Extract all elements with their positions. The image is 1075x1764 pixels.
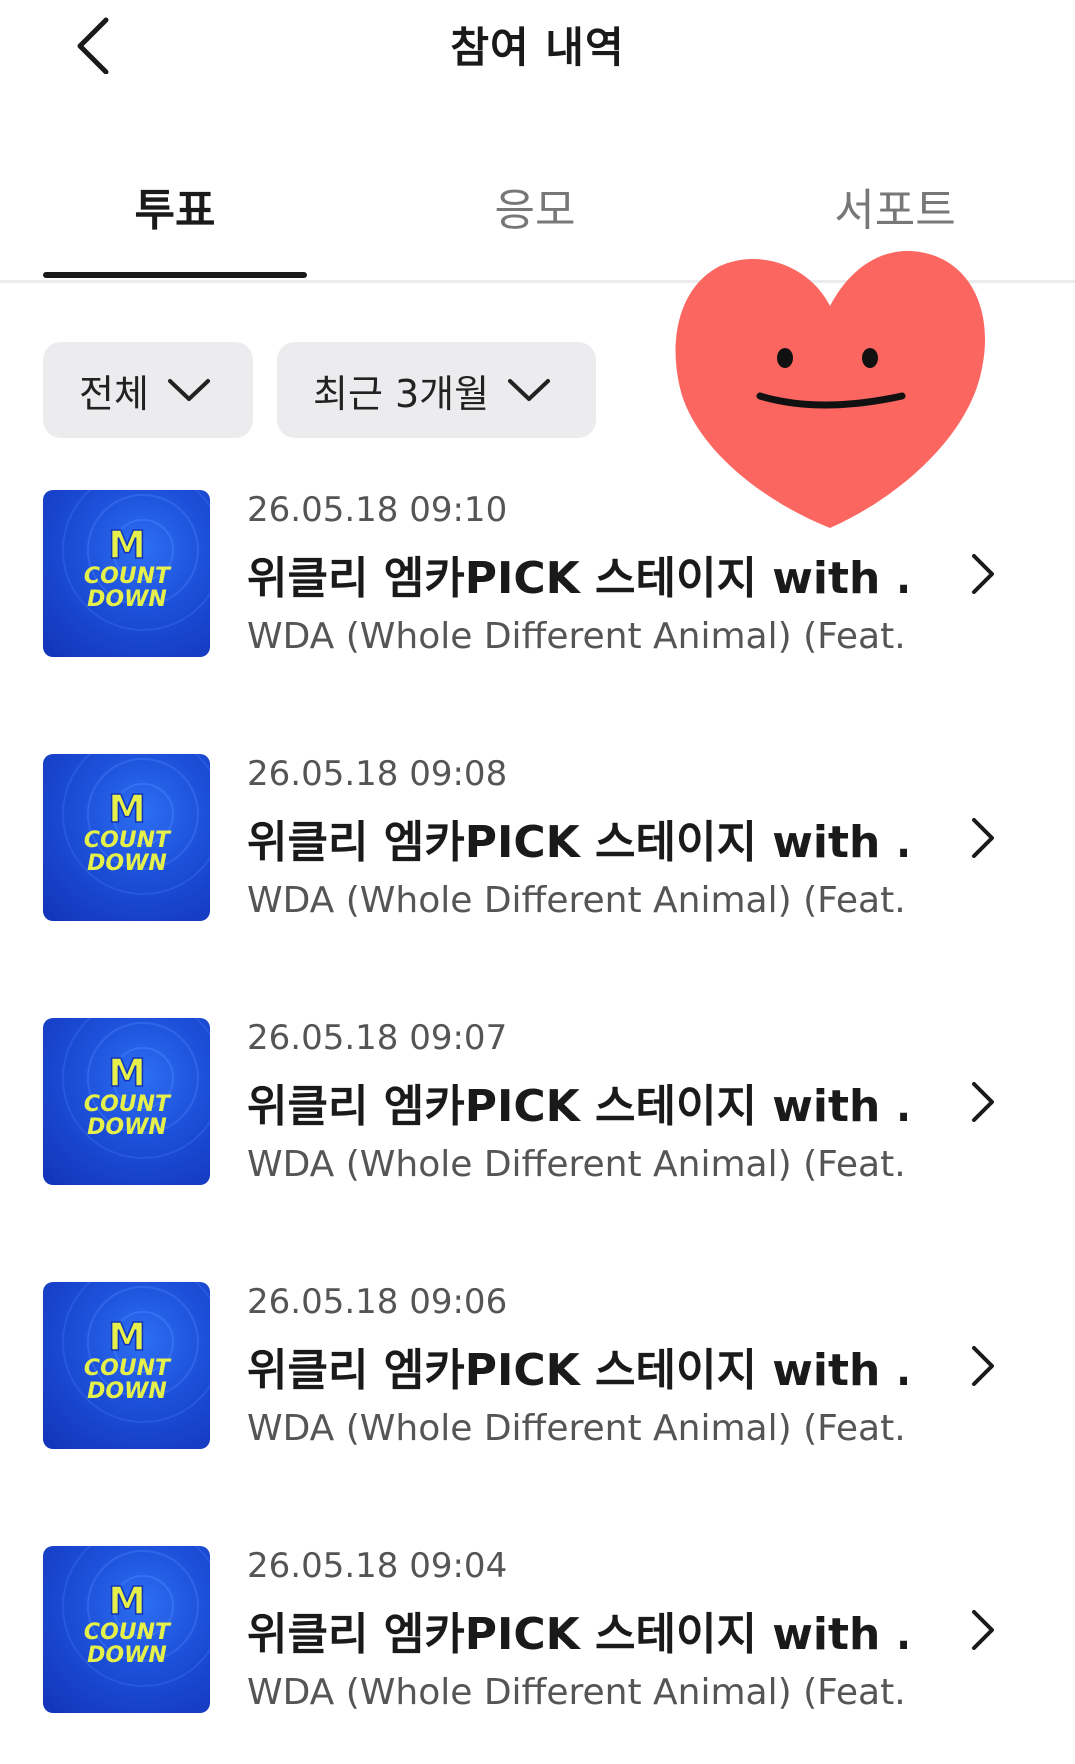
mcountdown-thumbnail: M COUNT DOWN <box>43 1282 210 1449</box>
item-date: 26.05.18 09:06 <box>247 1282 508 1322</box>
list-item[interactable]: M COUNT DOWN 26.05.18 09:07 위클리 엠카PICK 스… <box>0 1018 1075 1218</box>
item-artist: WDA (Whole Different Animal) (Feat.... <box>247 1408 907 1449</box>
logo-m: M <box>108 523 146 567</box>
chevron-down-icon <box>167 379 210 401</box>
logo-m: M <box>108 1051 146 1095</box>
active-tab-indicator <box>43 272 307 278</box>
logo-count: COUNT <box>84 1092 172 1117</box>
item-artist: WDA (Whole Different Animal) (Feat.... <box>247 880 907 921</box>
category-filter-label: 전체 <box>79 371 149 416</box>
item-artist: WDA (Whole Different Animal) (Feat.... <box>247 1672 907 1713</box>
item-title: 위클리 엠카PICK 스테이지 with ... <box>247 553 907 604</box>
item-date: 26.05.18 09:04 <box>247 1546 508 1586</box>
chevron-right-icon <box>972 818 994 858</box>
header: 참여 내역 <box>0 0 1075 100</box>
tab-apply[interactable]: 응모 <box>400 174 670 280</box>
item-date: 26.05.18 09:10 <box>247 490 508 530</box>
logo-down: DOWN <box>87 1115 167 1140</box>
chevron-right-icon <box>972 1346 994 1386</box>
mcountdown-thumbnail: M COUNT DOWN <box>43 1018 210 1185</box>
logo-count: COUNT <box>84 828 172 853</box>
period-filter-label: 최근 3개월 <box>313 371 490 416</box>
item-title: 위클리 엠카PICK 스테이지 with ... <box>247 817 907 868</box>
list-item[interactable]: M COUNT DOWN 26.05.18 09:04 위클리 엠카PICK 스… <box>0 1546 1075 1746</box>
page-title: 참여 내역 <box>450 23 625 72</box>
mcountdown-thumbnail: M COUNT DOWN <box>43 490 210 657</box>
chevron-down-icon <box>508 379 551 401</box>
list-item[interactable]: M COUNT DOWN 26.05.18 09:06 위클리 엠카PICK 스… <box>0 1282 1075 1482</box>
logo-count: COUNT <box>84 1356 172 1381</box>
logo-m: M <box>108 1579 146 1623</box>
item-date: 26.05.18 09:08 <box>247 754 508 794</box>
logo-down: DOWN <box>87 587 167 612</box>
mcountdown-thumbnail: M COUNT DOWN <box>43 1546 210 1713</box>
logo-down: DOWN <box>87 1379 167 1404</box>
category-filter-dropdown[interactable]: 전체 <box>43 342 253 438</box>
item-date: 26.05.18 09:07 <box>247 1018 508 1058</box>
logo-down: DOWN <box>87 1643 167 1668</box>
heart-smiley-sticker-icon <box>675 251 986 528</box>
item-title: 위클리 엠카PICK 스테이지 with ... <box>247 1609 907 1660</box>
logo-count: COUNT <box>84 564 172 589</box>
chevron-right-icon <box>972 1610 994 1650</box>
period-filter-dropdown[interactable]: 최근 3개월 <box>277 342 596 438</box>
chevron-right-icon <box>972 1082 994 1122</box>
logo-down: DOWN <box>87 851 167 876</box>
mcountdown-thumbnail: M COUNT DOWN <box>43 754 210 921</box>
chevron-right-icon <box>972 554 994 594</box>
item-artist: WDA (Whole Different Animal) (Feat.... <box>247 616 907 657</box>
list-item[interactable]: M COUNT DOWN 26.05.18 09:08 위클리 엠카PICK 스… <box>0 754 1075 954</box>
logo-m: M <box>108 787 146 831</box>
item-title: 위클리 엠카PICK 스테이지 with ... <box>247 1081 907 1132</box>
item-title: 위클리 엠카PICK 스테이지 with ... <box>247 1345 907 1396</box>
logo-m: M <box>108 1315 146 1359</box>
item-artist: WDA (Whole Different Animal) (Feat.... <box>247 1144 907 1185</box>
tab-vote[interactable]: 투표 <box>43 174 307 280</box>
logo-count: COUNT <box>84 1620 172 1645</box>
